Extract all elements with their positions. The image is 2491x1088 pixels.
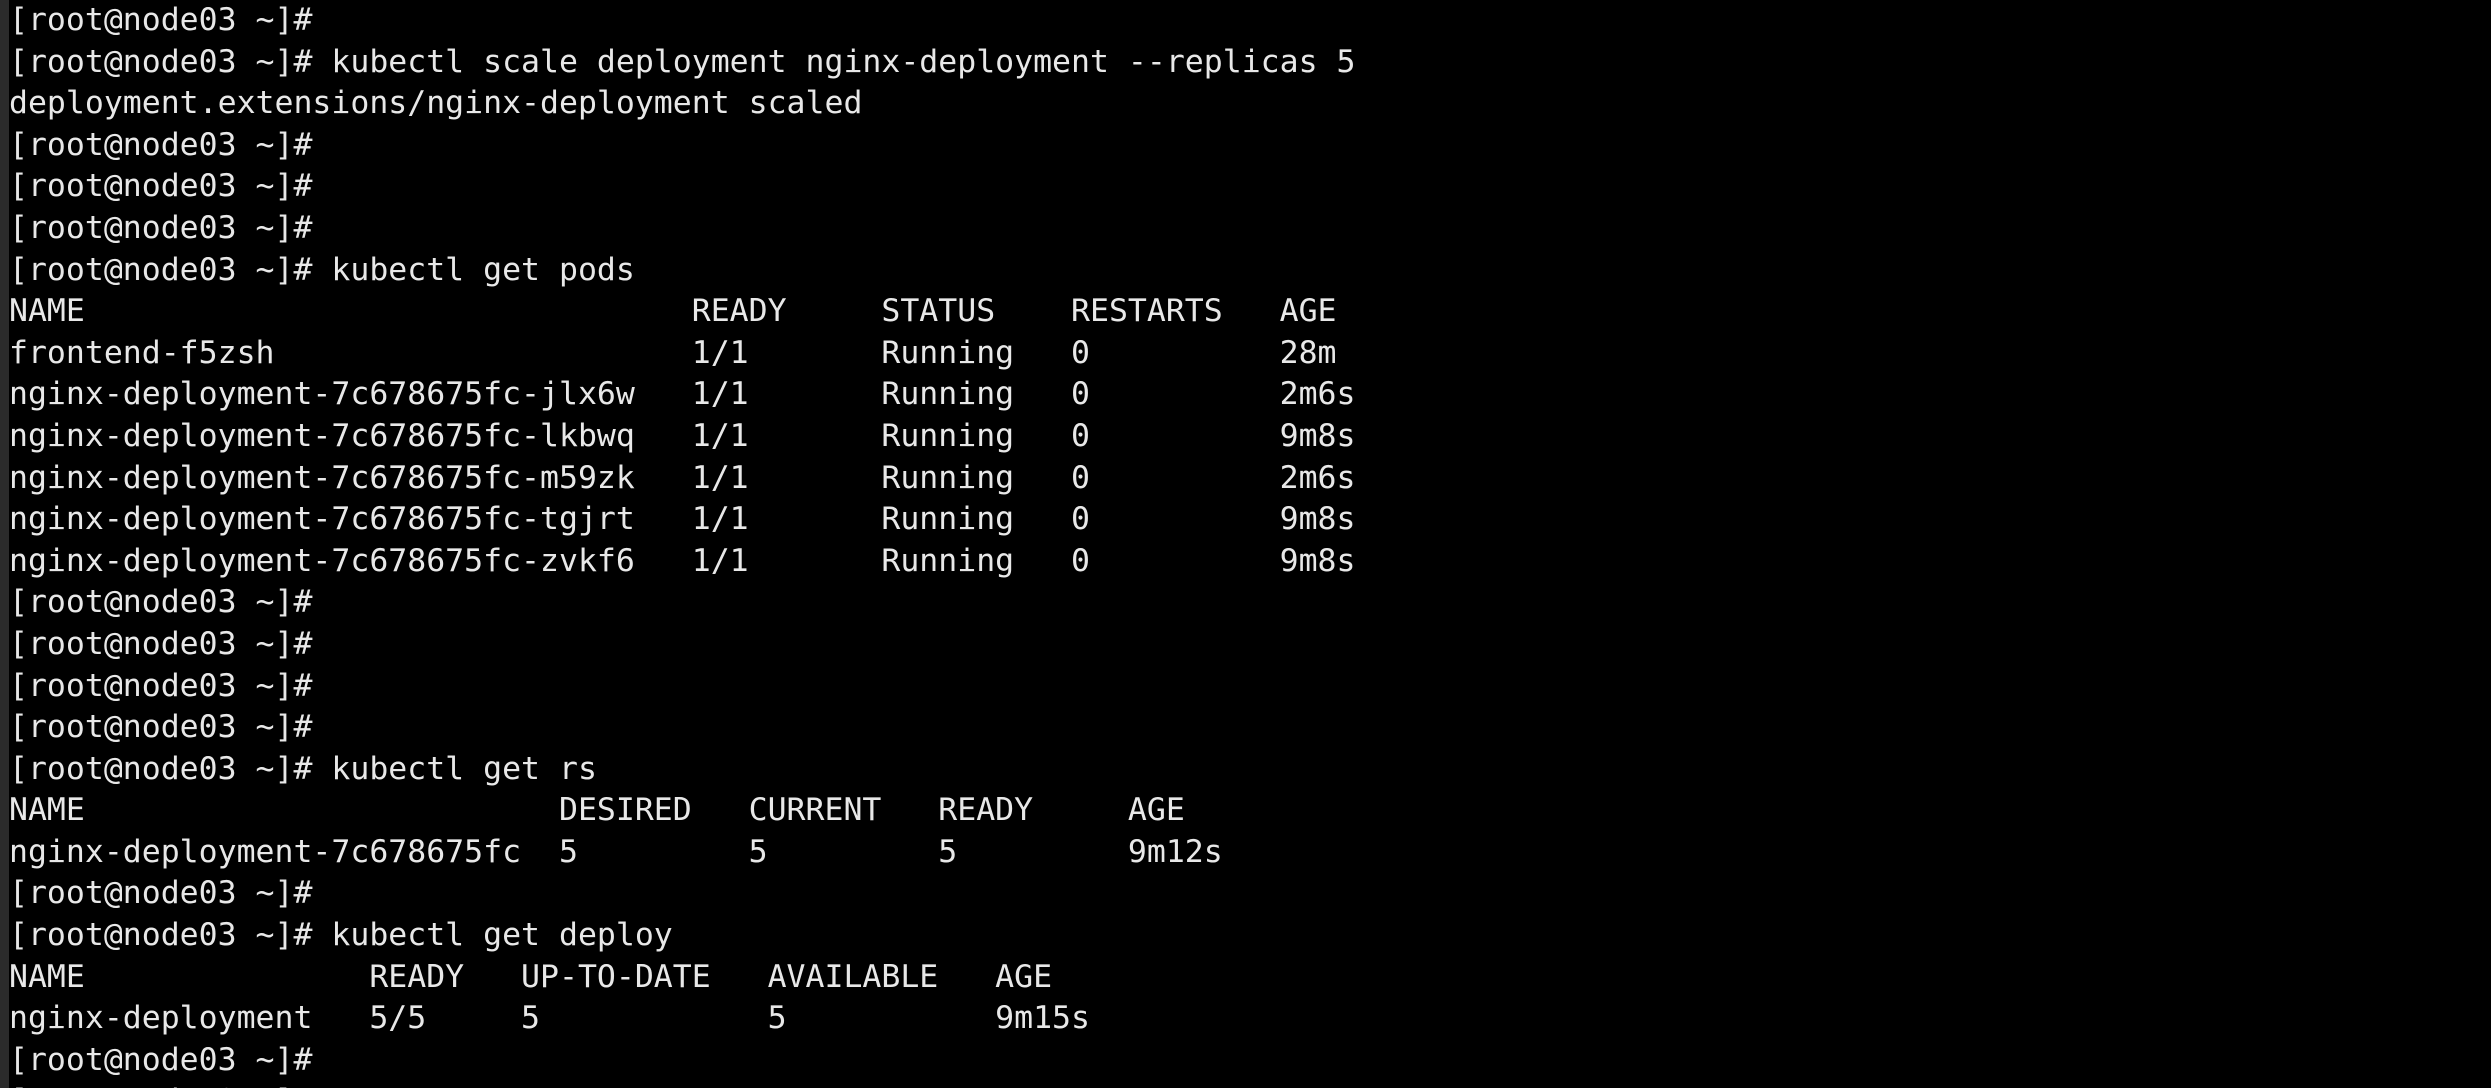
terminal-window[interactable]: [root@node03 ~]# [root@node03 ~]# kubectl…	[0, 0, 2491, 1088]
terminal-line: [root@node03 ~]#	[9, 1081, 2491, 1088]
terminal-line: [root@node03 ~]#	[9, 584, 313, 621]
terminal-line: nginx-deployment-7c678675fc 5 5 5 9m12s	[9, 833, 1223, 870]
terminal-line: frontend-f5zsh 1/1 Running 0 28m	[9, 334, 1337, 371]
terminal-line: [root@node03 ~]#	[9, 875, 313, 912]
terminal-line: deployment.extensions/nginx-deployment s…	[9, 85, 863, 122]
terminal-line: [root@node03 ~]#	[9, 709, 313, 746]
terminal-line: [root@node03 ~]#	[9, 126, 313, 163]
terminal-line: [root@node03 ~]#	[9, 209, 313, 246]
terminal-line: NAME READY UP-TO-DATE AVAILABLE AGE	[9, 958, 1053, 995]
terminal-line: nginx-deployment-7c678675fc-lkbwq 1/1 Ru…	[9, 417, 1356, 454]
terminal-line: NAME DESIRED CURRENT READY AGE	[9, 792, 1185, 829]
terminal-line: nginx-deployment-7c678675fc-m59zk 1/1 Ru…	[9, 459, 1356, 496]
terminal-line: [root@node03 ~]# kubectl get deploy	[9, 917, 673, 954]
terminal-line: [root@node03 ~]#	[9, 667, 313, 704]
terminal-line: nginx-deployment 5/5 5 5 9m15s	[9, 1000, 1090, 1037]
terminal-line: [root@node03 ~]#	[9, 625, 313, 662]
scrollbar-track[interactable]	[0, 0, 9, 1088]
terminal-line: nginx-deployment-7c678675fc-jlx6w 1/1 Ru…	[9, 376, 1356, 413]
scrollbar-thumb[interactable]	[0, 0, 9, 1088]
terminal-line: [root@node03 ~]# kubectl scale deploymen…	[9, 43, 1356, 80]
terminal-line: nginx-deployment-7c678675fc-zvkf6 1/1 Ru…	[9, 542, 1356, 579]
terminal-line: [root@node03 ~]# kubectl get pods	[9, 251, 635, 288]
terminal-line: [root@node03 ~]# kubectl get rs	[9, 750, 597, 787]
terminal-line: [root@node03 ~]#	[9, 1041, 313, 1078]
terminal-line: nginx-deployment-7c678675fc-tgjrt 1/1 Ru…	[9, 501, 1356, 538]
terminal-screen[interactable]: [root@node03 ~]# [root@node03 ~]# kubectl…	[9, 0, 2491, 1088]
terminal-line: [root@node03 ~]#	[9, 2, 313, 38]
terminal-line: NAME READY STATUS RESTARTS AGE	[9, 293, 1337, 330]
terminal-line: [root@node03 ~]#	[9, 168, 313, 205]
